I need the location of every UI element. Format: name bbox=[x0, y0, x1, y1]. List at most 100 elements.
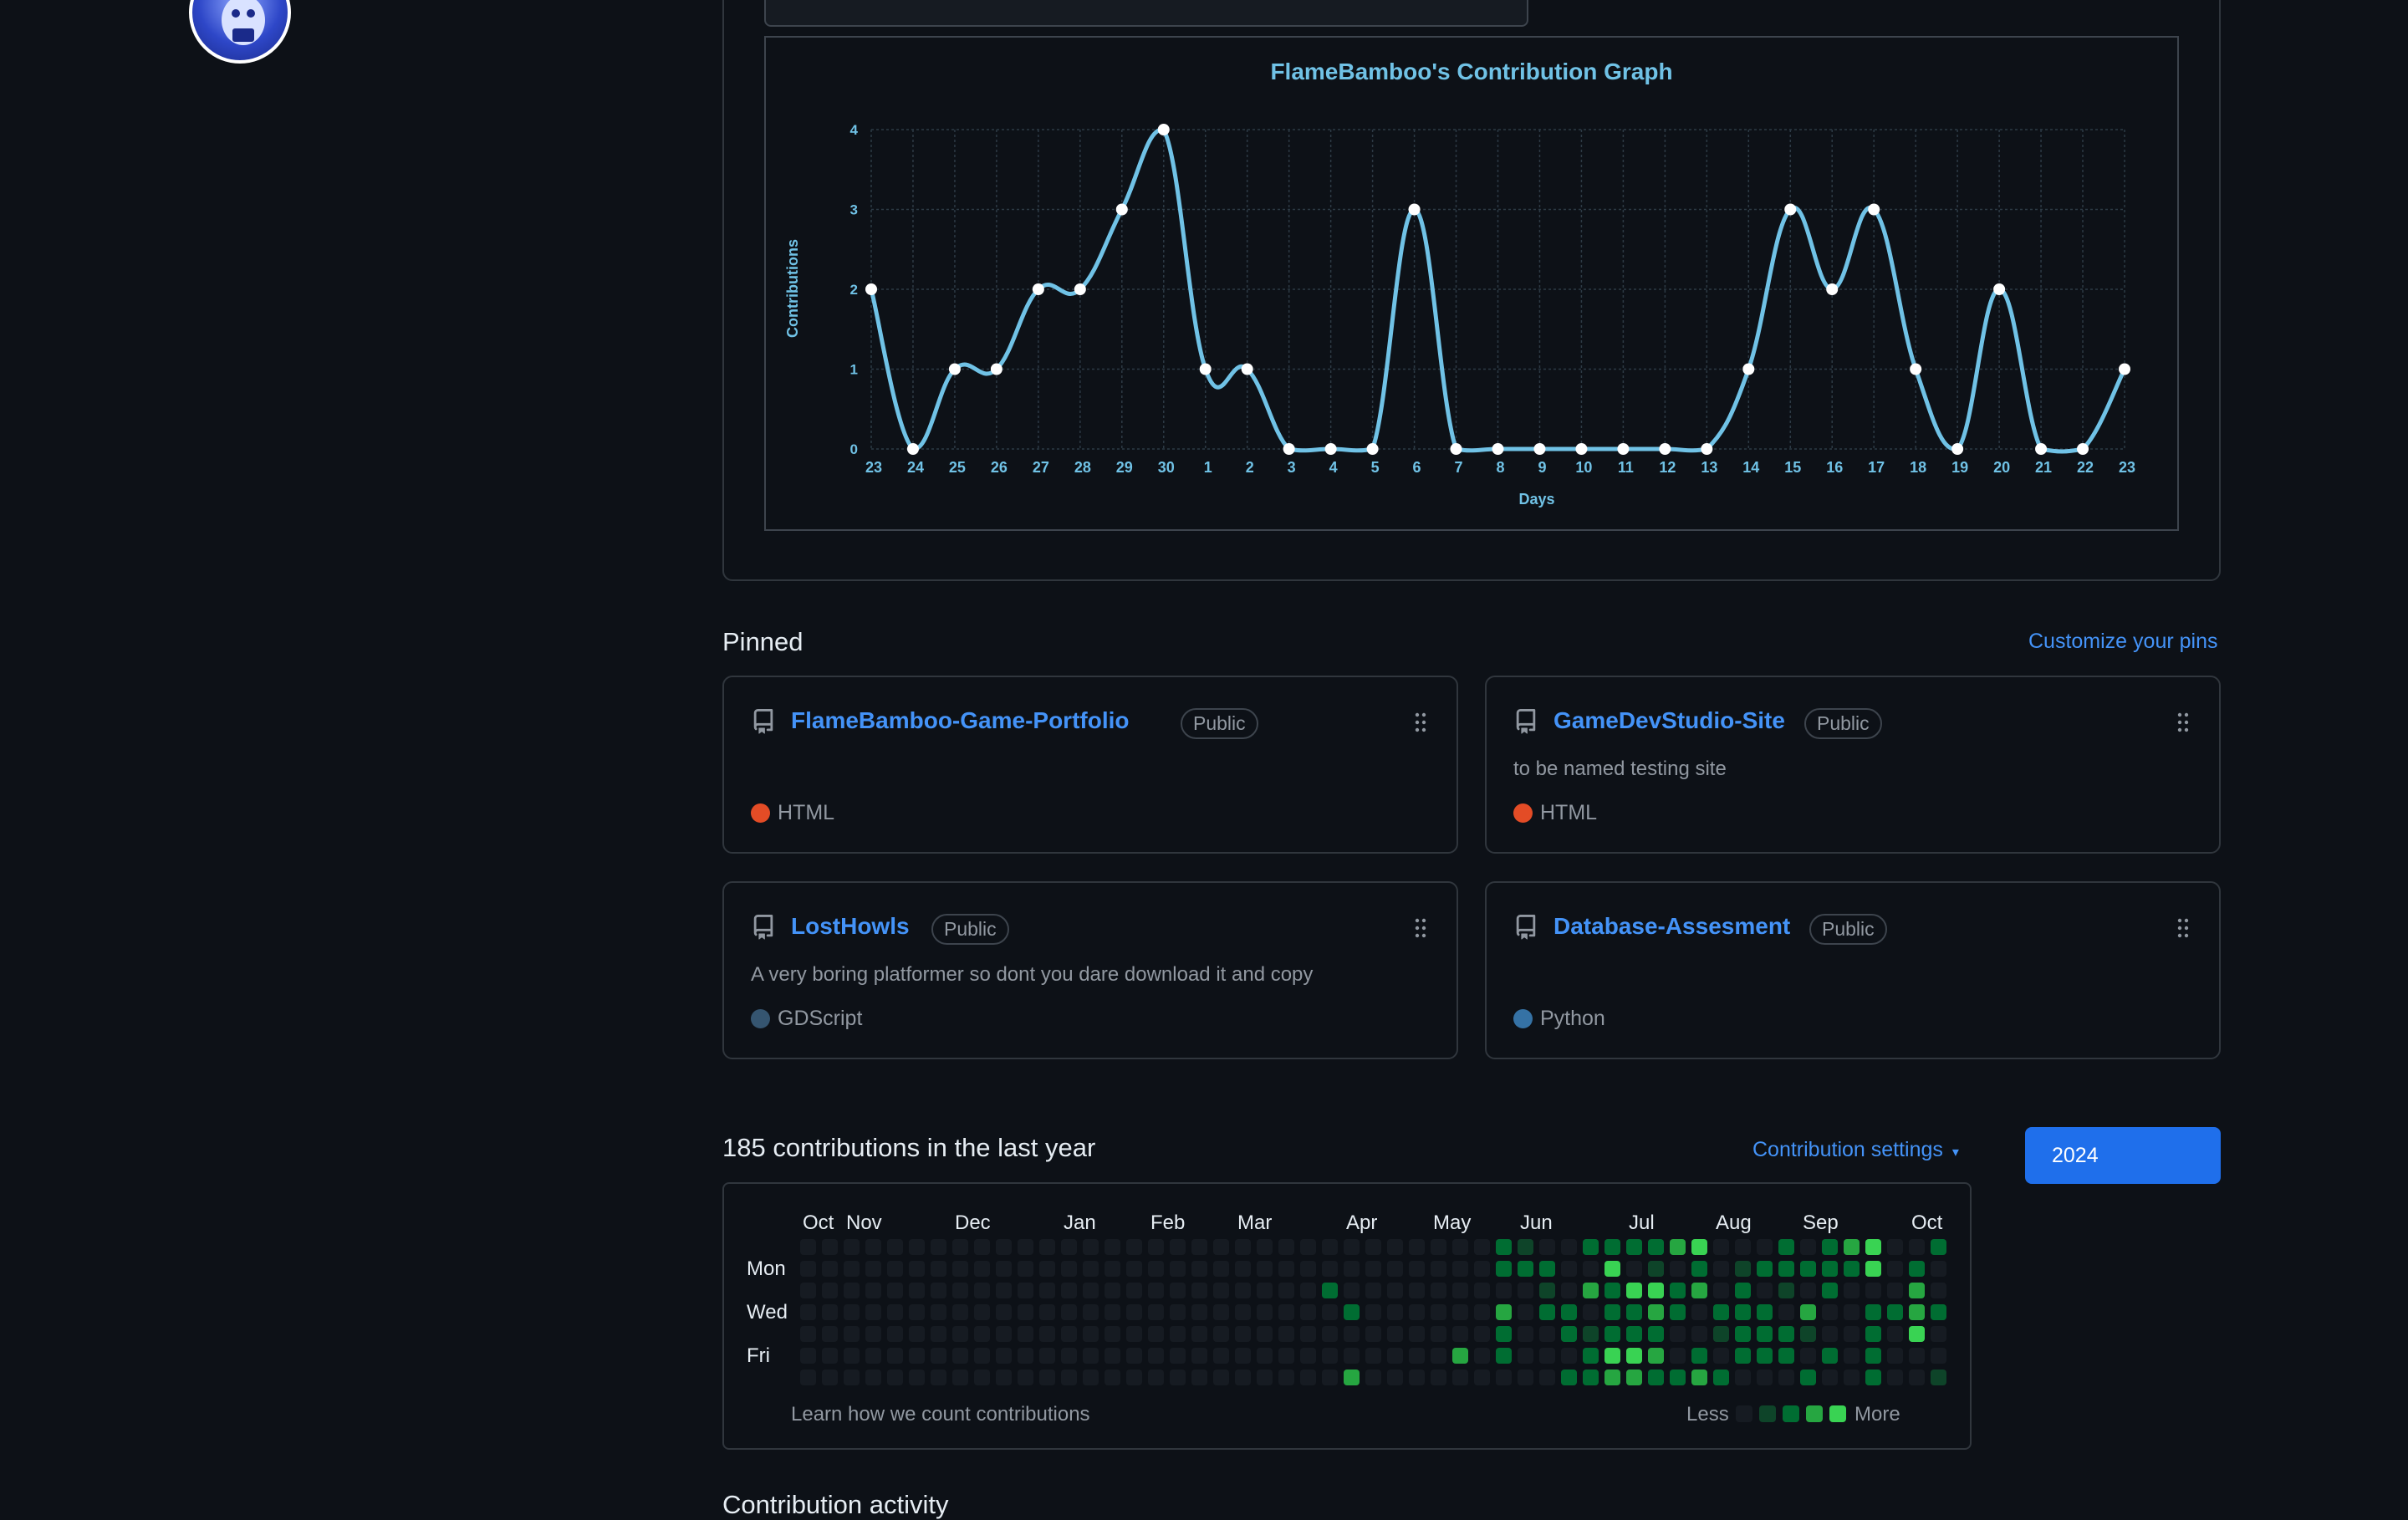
contribution-day-cell[interactable] bbox=[1800, 1239, 1816, 1255]
contribution-day-cell[interactable] bbox=[1474, 1370, 1490, 1385]
contribution-day-cell[interactable] bbox=[1757, 1283, 1773, 1298]
contribution-day-cell[interactable] bbox=[1626, 1283, 1642, 1298]
contribution-day-cell[interactable] bbox=[1061, 1261, 1077, 1277]
contribution-day-cell[interactable] bbox=[1409, 1304, 1425, 1320]
contribution-day-cell[interactable] bbox=[1148, 1283, 1164, 1298]
contribution-day-cell[interactable] bbox=[1909, 1370, 1925, 1385]
contribution-day-cell[interactable] bbox=[1539, 1348, 1555, 1364]
contribution-day-cell[interactable] bbox=[1344, 1239, 1360, 1255]
contribution-day-cell[interactable] bbox=[1713, 1326, 1729, 1342]
contribution-day-cell[interactable] bbox=[1039, 1283, 1055, 1298]
contribution-day-cell[interactable] bbox=[1257, 1239, 1273, 1255]
contribution-day-cell[interactable] bbox=[1496, 1283, 1512, 1298]
contribution-day-cell[interactable] bbox=[1148, 1261, 1164, 1277]
contribution-day-cell[interactable] bbox=[1865, 1283, 1881, 1298]
contribution-day-cell[interactable] bbox=[1626, 1304, 1642, 1320]
contribution-day-cell[interactable] bbox=[1191, 1348, 1207, 1364]
contribution-day-cell[interactable] bbox=[1561, 1283, 1577, 1298]
contribution-day-cell[interactable] bbox=[931, 1239, 946, 1255]
contribution-day-cell[interactable] bbox=[1213, 1370, 1229, 1385]
contribution-day-cell[interactable] bbox=[800, 1261, 816, 1277]
contribution-day-cell[interactable] bbox=[1713, 1261, 1729, 1277]
contribution-day-cell[interactable] bbox=[1431, 1304, 1446, 1320]
contribution-settings-dropdown[interactable]: Contribution settings ▾ bbox=[1752, 1138, 1959, 1162]
contribution-day-cell[interactable] bbox=[1018, 1348, 1033, 1364]
contribution-day-cell[interactable] bbox=[1365, 1261, 1381, 1277]
contribution-day-cell[interactable] bbox=[1191, 1261, 1207, 1277]
contribution-day-cell[interactable] bbox=[1909, 1239, 1925, 1255]
contribution-day-cell[interactable] bbox=[1583, 1370, 1599, 1385]
contribution-day-cell[interactable] bbox=[1083, 1304, 1099, 1320]
contribution-day-cell[interactable] bbox=[1213, 1348, 1229, 1364]
contribution-day-cell[interactable] bbox=[1126, 1283, 1142, 1298]
contribution-day-cell[interactable] bbox=[1148, 1370, 1164, 1385]
contribution-day-cell[interactable] bbox=[1191, 1304, 1207, 1320]
drag-handle-icon[interactable] bbox=[2177, 918, 2189, 938]
contribution-day-cell[interactable] bbox=[1148, 1304, 1164, 1320]
contribution-day-cell[interactable] bbox=[1344, 1283, 1360, 1298]
contribution-day-cell[interactable] bbox=[1931, 1261, 1946, 1277]
contribution-day-cell[interactable] bbox=[1431, 1283, 1446, 1298]
contribution-day-cell[interactable] bbox=[1191, 1326, 1207, 1342]
contribution-day-cell[interactable] bbox=[974, 1283, 990, 1298]
contribution-day-cell[interactable] bbox=[1474, 1326, 1490, 1342]
contribution-day-cell[interactable] bbox=[1887, 1304, 1903, 1320]
contribution-day-cell[interactable] bbox=[1018, 1326, 1033, 1342]
repo-name-link[interactable]: GameDevStudio-Site bbox=[1553, 707, 1785, 734]
contribution-day-cell[interactable] bbox=[1518, 1304, 1533, 1320]
contribution-day-cell[interactable] bbox=[909, 1348, 925, 1364]
contribution-day-cell[interactable] bbox=[1735, 1370, 1751, 1385]
contribution-day-cell[interactable] bbox=[1018, 1239, 1033, 1255]
contribution-day-cell[interactable] bbox=[1648, 1326, 1664, 1342]
contribution-day-cell[interactable] bbox=[1257, 1326, 1273, 1342]
contribution-day-cell[interactable] bbox=[1518, 1326, 1533, 1342]
contribution-day-cell[interactable] bbox=[865, 1304, 881, 1320]
contribution-day-cell[interactable] bbox=[1648, 1261, 1664, 1277]
contribution-day-cell[interactable] bbox=[1387, 1370, 1403, 1385]
contribution-day-cell[interactable] bbox=[1909, 1326, 1925, 1342]
contribution-day-cell[interactable] bbox=[1844, 1304, 1860, 1320]
contribution-day-cell[interactable] bbox=[1322, 1261, 1338, 1277]
contribution-day-cell[interactable] bbox=[1213, 1261, 1229, 1277]
contribution-day-cell[interactable] bbox=[1452, 1304, 1468, 1320]
contribution-day-cell[interactable] bbox=[1213, 1283, 1229, 1298]
contribution-day-cell[interactable] bbox=[996, 1283, 1012, 1298]
contribution-day-cell[interactable] bbox=[1083, 1348, 1099, 1364]
contribution-day-cell[interactable] bbox=[844, 1239, 860, 1255]
contribution-day-cell[interactable] bbox=[822, 1370, 838, 1385]
contribution-day-cell[interactable] bbox=[1496, 1326, 1512, 1342]
contribution-day-cell[interactable] bbox=[1604, 1370, 1620, 1385]
contribution-day-cell[interactable] bbox=[1909, 1283, 1925, 1298]
contribution-day-cell[interactable] bbox=[1387, 1304, 1403, 1320]
contribution-day-cell[interactable] bbox=[996, 1239, 1012, 1255]
contribution-day-cell[interactable] bbox=[1344, 1348, 1360, 1364]
contribution-day-cell[interactable] bbox=[1561, 1370, 1577, 1385]
customize-pins-link[interactable]: Customize your pins bbox=[2028, 630, 2217, 654]
contribution-day-cell[interactable] bbox=[1300, 1304, 1316, 1320]
contribution-day-cell[interactable] bbox=[1822, 1304, 1838, 1320]
contribution-day-cell[interactable] bbox=[1604, 1326, 1620, 1342]
contribution-day-cell[interactable] bbox=[1409, 1239, 1425, 1255]
contribution-day-cell[interactable] bbox=[1931, 1348, 1946, 1364]
contribution-day-cell[interactable] bbox=[1235, 1370, 1251, 1385]
contribution-day-cell[interactable] bbox=[1452, 1326, 1468, 1342]
contribution-day-cell[interactable] bbox=[974, 1370, 990, 1385]
contribution-day-cell[interactable] bbox=[1148, 1239, 1164, 1255]
contribution-day-cell[interactable] bbox=[1539, 1304, 1555, 1320]
contribution-day-cell[interactable] bbox=[996, 1304, 1012, 1320]
contribution-day-cell[interactable] bbox=[952, 1239, 968, 1255]
contribution-day-cell[interactable] bbox=[1757, 1239, 1773, 1255]
contribution-day-cell[interactable] bbox=[1213, 1326, 1229, 1342]
contribution-day-cell[interactable] bbox=[1713, 1304, 1729, 1320]
contribution-day-cell[interactable] bbox=[1757, 1304, 1773, 1320]
contribution-day-cell[interactable] bbox=[844, 1261, 860, 1277]
contribution-day-cell[interactable] bbox=[1691, 1261, 1707, 1277]
contribution-day-cell[interactable] bbox=[1170, 1326, 1186, 1342]
contribution-day-cell[interactable] bbox=[952, 1370, 968, 1385]
contribution-day-cell[interactable] bbox=[1344, 1304, 1360, 1320]
contribution-day-cell[interactable] bbox=[1126, 1304, 1142, 1320]
contribution-day-cell[interactable] bbox=[1257, 1348, 1273, 1364]
contribution-day-cell[interactable] bbox=[1604, 1283, 1620, 1298]
contribution-day-cell[interactable] bbox=[1213, 1239, 1229, 1255]
contribution-day-cell[interactable] bbox=[1778, 1326, 1794, 1342]
